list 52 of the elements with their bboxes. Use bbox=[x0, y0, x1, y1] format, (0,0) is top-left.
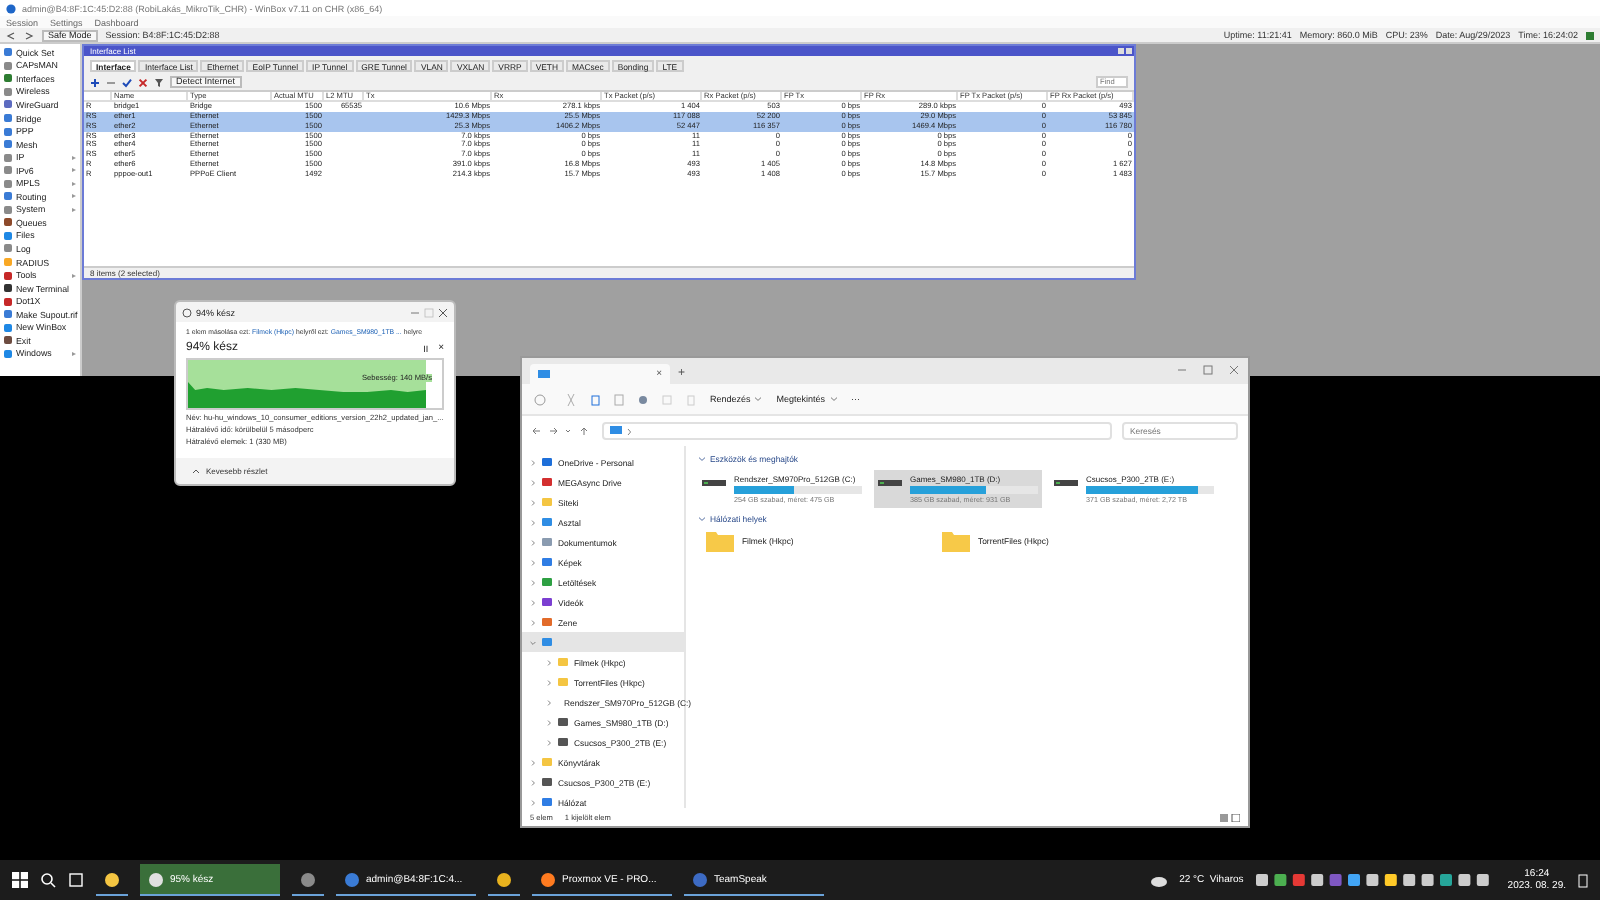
submenu-arrow-icon bbox=[72, 168, 76, 173]
chevron-down-icon bbox=[829, 396, 838, 402]
close-icon[interactable] bbox=[438, 307, 448, 317]
task-view-icon[interactable] bbox=[68, 872, 84, 888]
view-toggle-icon[interactable] bbox=[1220, 813, 1240, 821]
folder-icon bbox=[942, 530, 970, 552]
chevron-right-icon bbox=[626, 427, 632, 435]
share-icon[interactable] bbox=[662, 393, 672, 405]
address-bar[interactable] bbox=[602, 422, 1112, 440]
submenu-arrow-icon bbox=[72, 194, 76, 199]
window-controls-icon[interactable] bbox=[1176, 364, 1240, 376]
start-icon[interactable] bbox=[12, 872, 28, 888]
redo-icon[interactable] bbox=[24, 31, 34, 39]
drive-icon bbox=[1054, 474, 1078, 490]
maximize-icon[interactable] bbox=[424, 307, 434, 317]
chevron-down-icon bbox=[754, 396, 763, 402]
nav-arrows-icon[interactable] bbox=[532, 426, 592, 436]
pc-icon bbox=[610, 426, 622, 436]
cut-icon[interactable] bbox=[566, 393, 576, 405]
minimize-icon[interactable] bbox=[410, 307, 420, 317]
remove-icon[interactable] bbox=[106, 77, 116, 87]
search-icon[interactable] bbox=[40, 872, 56, 888]
paste-icon[interactable] bbox=[614, 393, 624, 405]
chevron-down-icon[interactable] bbox=[698, 516, 706, 522]
folder-icon bbox=[558, 678, 568, 686]
drive-icon bbox=[702, 474, 726, 490]
drive-icon bbox=[542, 778, 552, 786]
status-indicator-icon bbox=[1586, 31, 1594, 39]
submenu-arrow-icon bbox=[72, 351, 76, 356]
folder-icon bbox=[542, 758, 552, 766]
pc-icon bbox=[538, 369, 550, 379]
chevron-down-icon[interactable] bbox=[698, 456, 706, 462]
cross-icon[interactable] bbox=[138, 77, 148, 87]
chevron-down-icon[interactable] bbox=[530, 639, 536, 645]
drive-icon bbox=[878, 474, 902, 490]
clock-icon bbox=[182, 307, 192, 317]
delete-icon[interactable] bbox=[686, 393, 696, 405]
undo-icon[interactable] bbox=[6, 31, 16, 39]
submenu-arrow-icon bbox=[72, 155, 76, 160]
notification-icon[interactable] bbox=[1578, 873, 1588, 887]
add-icon[interactable] bbox=[90, 77, 100, 87]
drive-icon bbox=[558, 718, 568, 726]
submenu-arrow-icon bbox=[72, 207, 76, 212]
check-icon[interactable] bbox=[122, 77, 132, 87]
folder-icon bbox=[558, 658, 568, 666]
submenu-arrow-icon bbox=[72, 181, 76, 186]
folder-icon bbox=[542, 498, 552, 506]
drive-icon bbox=[558, 738, 568, 746]
weather-icon bbox=[1149, 873, 1168, 887]
folder-icon bbox=[706, 530, 734, 552]
submenu-arrow-icon bbox=[72, 273, 76, 278]
pc-icon bbox=[542, 638, 552, 646]
